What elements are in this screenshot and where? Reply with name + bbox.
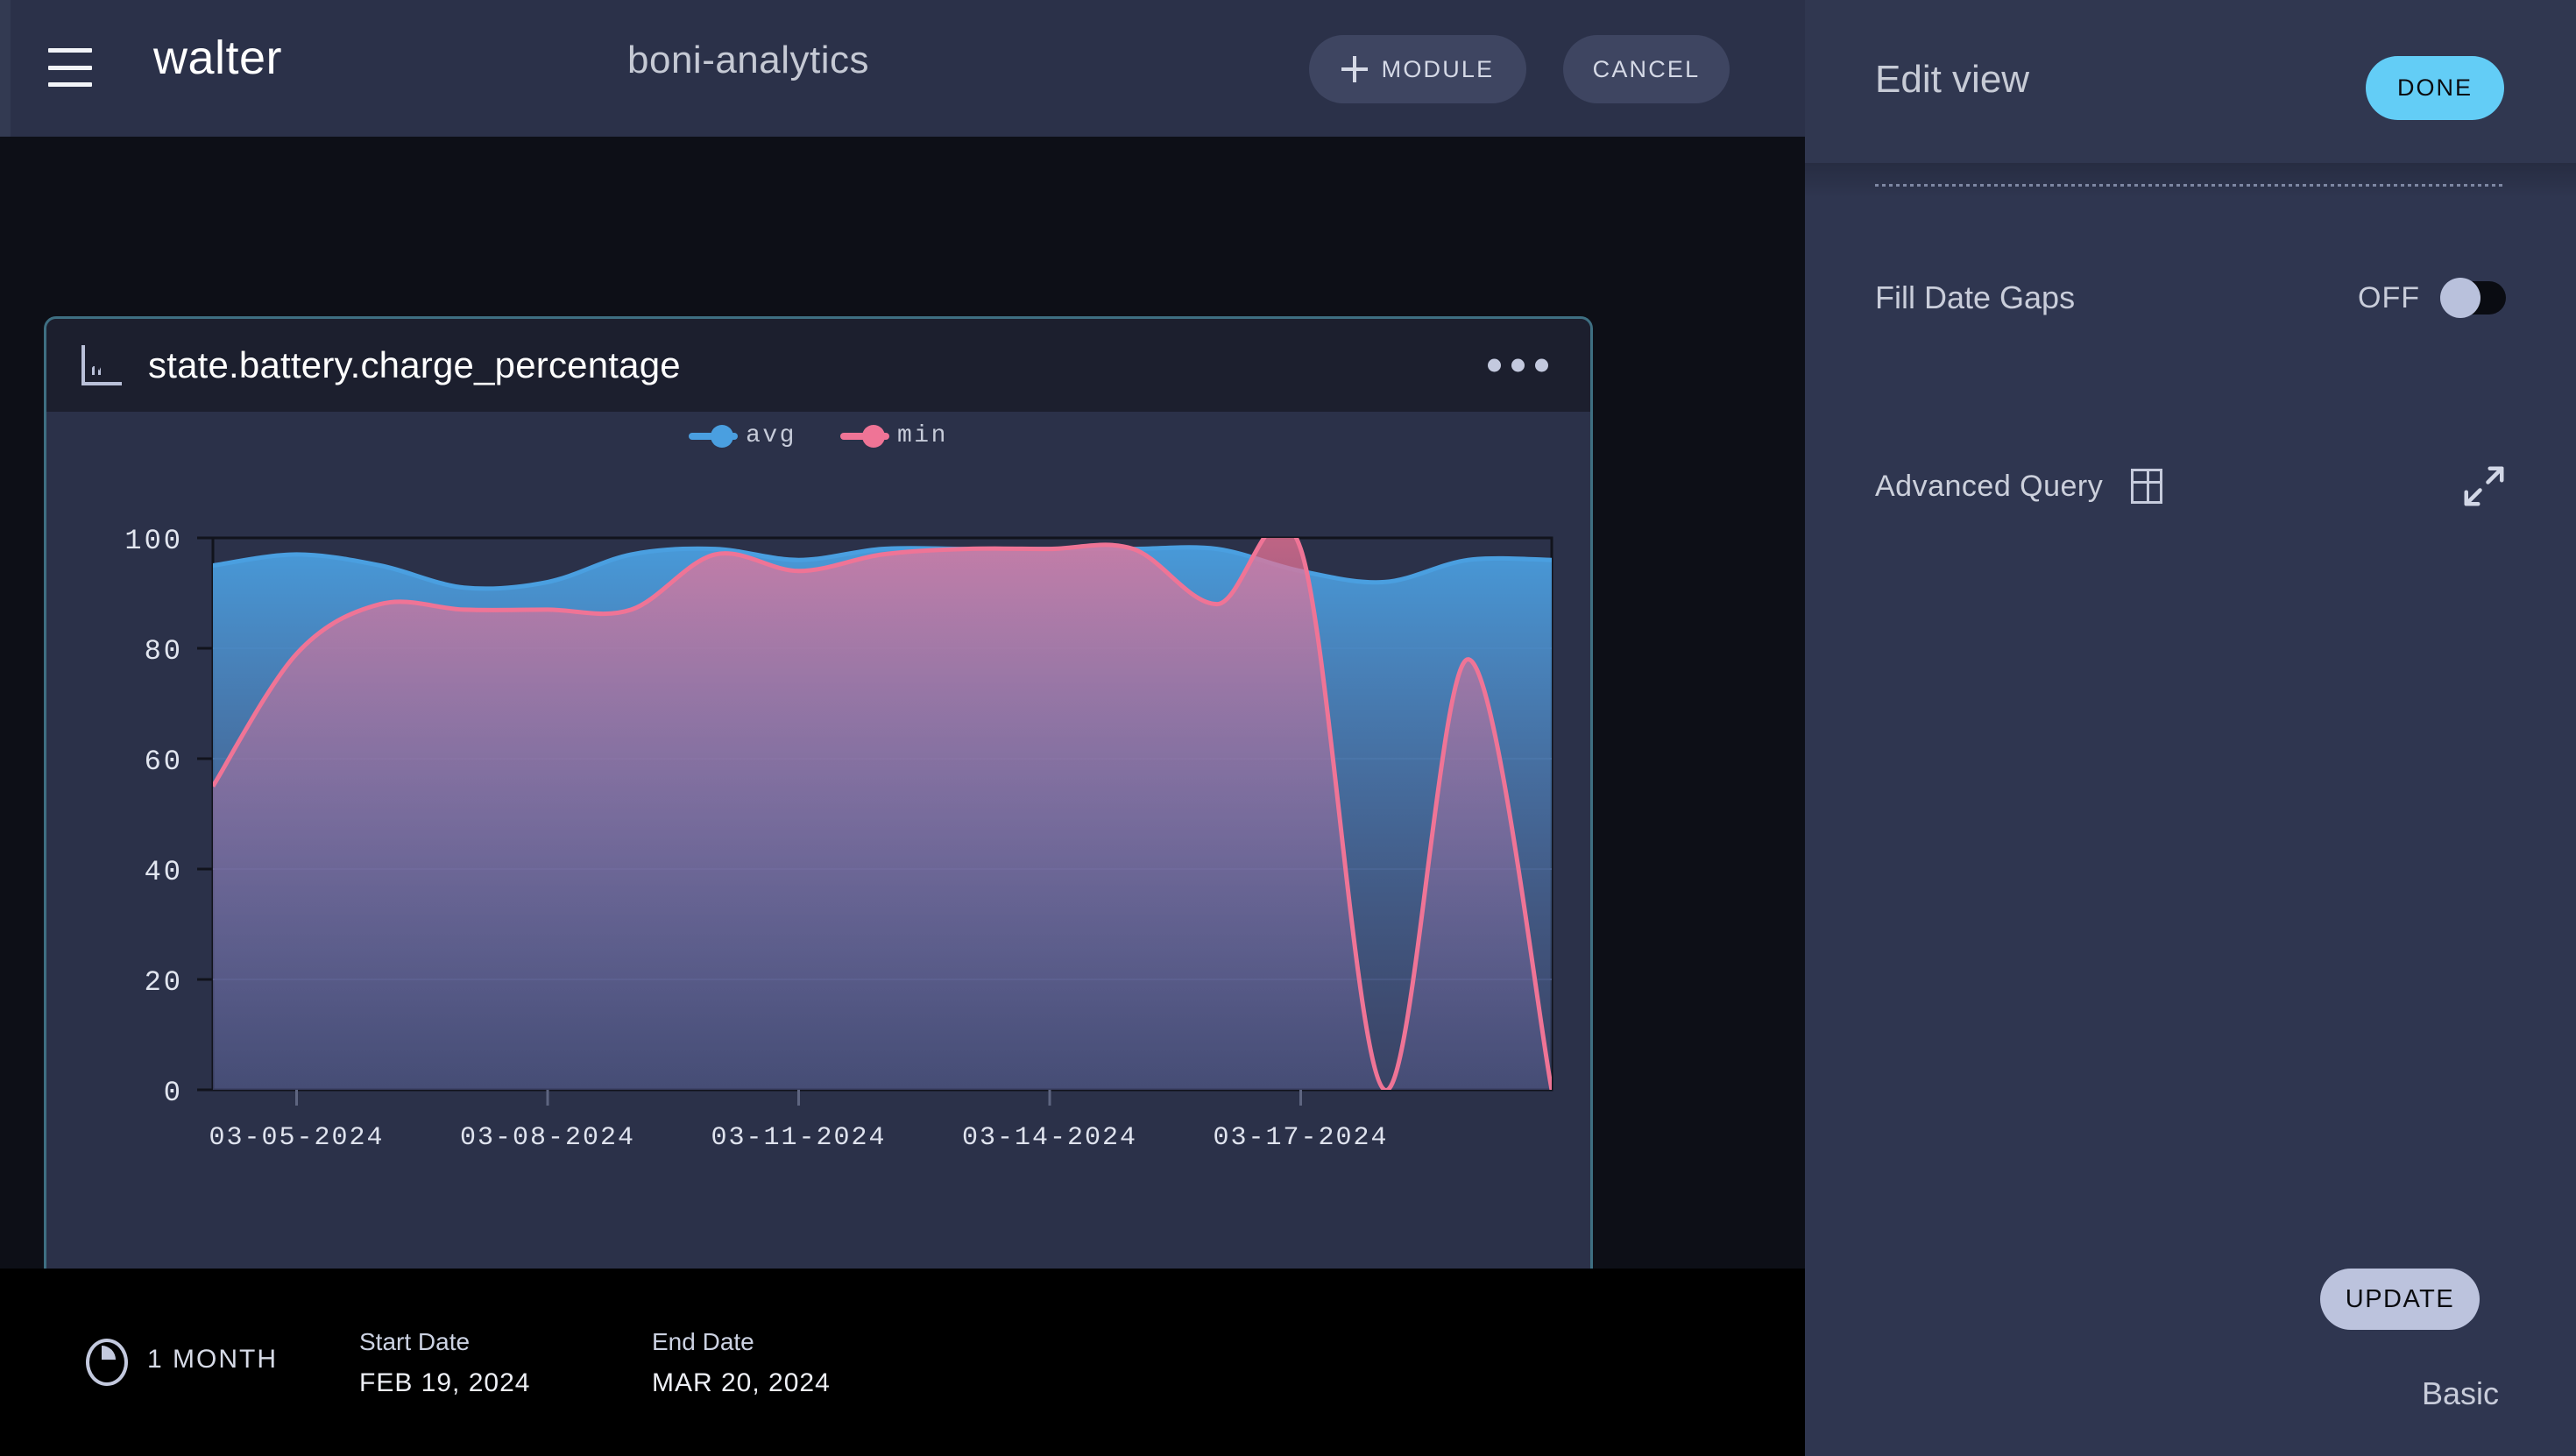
svg-text:80: 80 (145, 635, 183, 668)
update-label: UPDATE (2345, 1284, 2455, 1313)
start-date-field[interactable]: Start Date FEB 19, 2024 (359, 1328, 530, 1398)
svg-text:100: 100 (124, 525, 183, 557)
start-date-caption: Start Date (359, 1328, 471, 1355)
brand-title: walter (153, 32, 283, 84)
chart-card-title: state.battery.charge_percentage (148, 344, 681, 385)
legend-dot-min (862, 424, 885, 448)
panel-title: Edit view (1875, 58, 2030, 101)
fill-date-gaps-row: Fill Date Gaps OFF (1805, 263, 2576, 333)
more-options-icon[interactable] (1488, 358, 1548, 372)
expand-fullscreen-icon[interactable] (2460, 463, 2508, 510)
hamburger-icon[interactable] (48, 48, 92, 87)
legend-label-min: min (897, 422, 948, 449)
panel-header: Edit view DONE (1805, 0, 2576, 163)
add-module-button[interactable]: MODULE (1309, 35, 1526, 103)
dashboard-canvas: state.battery.charge_percentage avg min (0, 137, 1805, 1269)
start-date-value: FEB 19, 2024 (359, 1368, 531, 1397)
end-date-value: MAR 20, 2024 (652, 1368, 831, 1397)
svg-text:03-05-2024: 03-05-2024 (209, 1123, 384, 1153)
svg-text:40: 40 (145, 856, 183, 888)
svg-text:03-14-2024: 03-14-2024 (962, 1123, 1137, 1153)
range-duration-label[interactable]: 1 MONTH (147, 1345, 278, 1375)
cancel-label: CANCEL (1592, 55, 1701, 82)
edit-view-panel: Edit view DONE Fill Date Gaps OFF Advanc… (1805, 0, 2576, 1456)
panel-dotted-divider (1875, 184, 2506, 187)
chart-plot-area: 0 20 40 60 80 100 03-05-2024 03-08-2024 03-11-20… (46, 477, 1590, 1269)
svg-text:0: 0 (164, 1077, 183, 1109)
fill-date-gaps-label: Fill Date Gaps (1875, 279, 2076, 315)
cancel-button[interactable]: CANCEL (1563, 35, 1730, 103)
add-module-label: MODULE (1381, 55, 1495, 82)
top-bar: walter boni-analytics MODULE CANCEL (0, 0, 1805, 137)
fill-date-gaps-state: OFF (2358, 280, 2420, 315)
topbar-left-strip (0, 0, 11, 137)
clock-icon (86, 1339, 128, 1386)
table-icon[interactable] (2131, 469, 2163, 504)
advanced-query-label: Advanced Query (1875, 469, 2104, 503)
chart-legend: avg min (46, 422, 1590, 449)
svg-text:20: 20 (145, 966, 183, 999)
end-date-field[interactable]: End Date MAR 20, 2024 (652, 1328, 831, 1398)
svg-text:03-08-2024: 03-08-2024 (460, 1123, 635, 1153)
svg-text:60: 60 (145, 746, 183, 778)
svg-text:03-17-2024: 03-17-2024 (1213, 1123, 1388, 1153)
chart-module-card: state.battery.charge_percentage avg min (44, 316, 1593, 1269)
plus-icon (1341, 56, 1368, 82)
fill-date-gaps-toggle[interactable] (2440, 278, 2506, 318)
panel-scroll-shadow (1805, 163, 2576, 198)
toggle-knob (2440, 278, 2480, 318)
done-button[interactable]: DONE (2366, 56, 2504, 120)
legend-item-min[interactable]: min (840, 422, 948, 449)
basic-mode-link[interactable]: Basic (2422, 1375, 2499, 1412)
page-title: boni-analytics (627, 39, 870, 81)
legend-dot-avg (711, 424, 734, 448)
legend-label-avg: avg (746, 422, 796, 449)
legend-item-avg[interactable]: avg (689, 422, 796, 449)
update-button[interactable]: UPDATE (2320, 1269, 2480, 1330)
chart-card-header: state.battery.charge_percentage (46, 319, 1590, 412)
app-root: walter boni-analytics MODULE CANCEL stat… (0, 0, 2576, 1456)
area-chart-svg: 0 20 40 60 80 100 03-05-2024 03-08-2024 03-11-20… (124, 525, 1553, 1153)
dashboard-scrollbar-track[interactable] (1773, 137, 1796, 1269)
line-chart-icon (81, 345, 122, 385)
svg-text:03-11-2024: 03-11-2024 (711, 1123, 886, 1153)
done-label: DONE (2396, 74, 2473, 101)
end-date-caption: End Date (652, 1328, 754, 1355)
